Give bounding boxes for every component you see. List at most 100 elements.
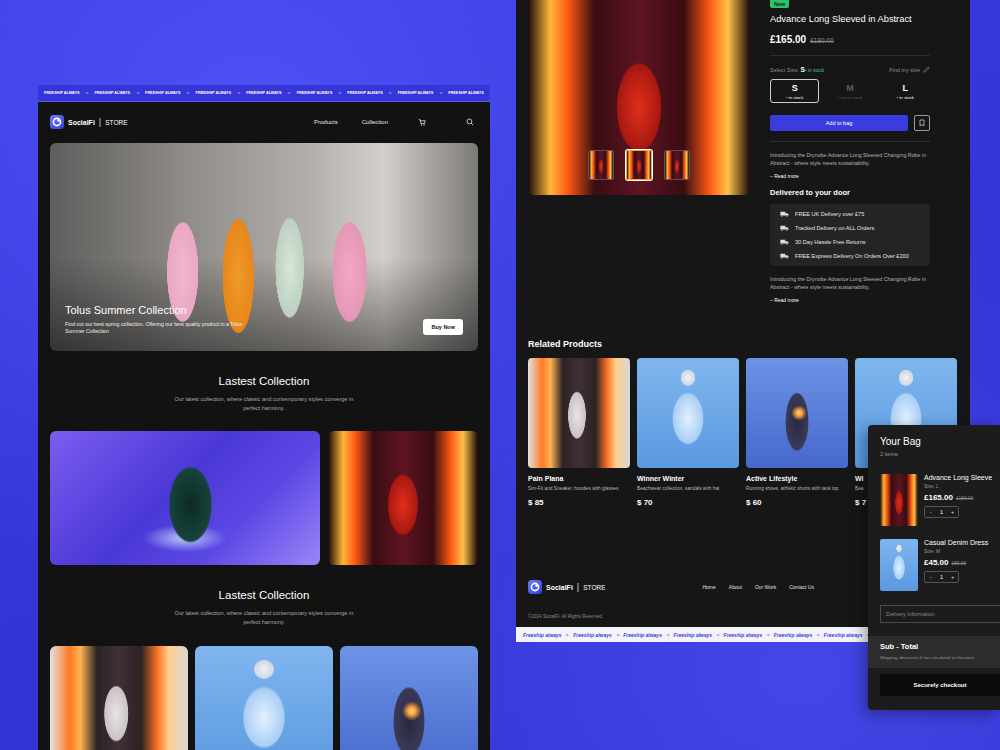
marquee-separator: ✧ xyxy=(338,90,342,96)
checkout-button[interactable]: Securely checkout xyxy=(880,674,1000,696)
bag-item-old-price: £50.00 xyxy=(951,561,966,566)
bag-item-price-row: £165.00£180.00 xyxy=(924,493,973,502)
quantity[interactable]: 1 xyxy=(936,572,947,582)
size-stock: • in stock xyxy=(805,68,824,73)
product-detail: NewAdvance Long Sleeved in Abstract£165.… xyxy=(516,0,970,303)
subtotal-label: Sub - Total xyxy=(880,642,996,651)
delivery-placeholder: Delivery information xyxy=(886,611,935,617)
price-row: £165.00£180.00 xyxy=(770,34,834,45)
truck-icon xyxy=(780,239,789,245)
truck-icon xyxy=(780,225,789,231)
product-card[interactable]: Pain Plana Sim-Fit and Sneaker, hoodies w… xyxy=(528,358,630,507)
decrease-button[interactable]: - xyxy=(925,507,936,517)
delivery-item: FREE UK Delivery over £75 xyxy=(780,211,920,217)
delivery-item: FREE Express Delivery On Orders Over £20… xyxy=(780,253,920,259)
bag-drawer: Your Bag2 items Advance Long SleeveSize: … xyxy=(868,425,1000,710)
marquee-text: FREESHIP ALWAYS xyxy=(44,91,80,95)
nav-link[interactable]: Collection xyxy=(362,119,388,125)
size-stock: • out of stock xyxy=(838,95,863,100)
bag-item: Advance Long SleeveSize: L£165.00£180.00… xyxy=(880,474,996,526)
marquee-text: FREESHIP ALWAYS xyxy=(448,91,484,95)
brand-logo[interactable]: SocialFi|STORE xyxy=(50,115,127,129)
product-card-name: Winner Winter xyxy=(637,475,739,482)
hero-copy: Tolus Summer CollectionFind out our best… xyxy=(65,304,250,336)
decrease-button[interactable]: - xyxy=(925,572,936,582)
bag-header: Your Bag2 items xyxy=(868,425,1000,457)
read-more-link[interactable]: – Read more xyxy=(770,173,799,179)
thumbnail-strip xyxy=(588,150,690,195)
marquee-text: Freeship always xyxy=(824,632,863,638)
size-option[interactable]: M• out of stock xyxy=(825,79,874,103)
hero-banner: Tolus Summer CollectionFind out our best… xyxy=(50,143,478,351)
product-card[interactable]: Active LifestyleRunning shoes, athletic … xyxy=(746,358,848,507)
size-stock: • in stock xyxy=(786,95,803,100)
marquee-text: Freeship always xyxy=(774,632,813,638)
delivery-item: 30 Day Hassle Free Returns xyxy=(780,239,920,245)
product-card-name: Pain Plana xyxy=(528,475,630,482)
footer-link[interactable]: About xyxy=(729,584,742,590)
collection-image[interactable] xyxy=(328,431,478,565)
size-option[interactable]: L• in stock xyxy=(881,79,930,103)
product-title: Advance Long Sleeved in Abstract xyxy=(770,14,912,24)
thumbnail[interactable] xyxy=(664,150,690,180)
bag-item-info: Advance Long SleeveSize: L£165.00£180.00… xyxy=(924,474,992,526)
marquee-text: FREESHIP ALWAYS xyxy=(347,91,383,95)
brand-divider: | xyxy=(577,582,579,592)
marquee-separator: ✧ xyxy=(616,632,620,638)
buy-now-button[interactable]: Buy Now xyxy=(423,319,463,335)
increase-button[interactable]: + xyxy=(947,572,958,582)
nav-link[interactable]: Products xyxy=(314,119,338,125)
marquee-separator: ✧ xyxy=(716,632,720,638)
thumbnail[interactable] xyxy=(626,150,652,180)
collection-image[interactable] xyxy=(50,431,320,565)
description: Introducing the Drynobe Advance Long Sle… xyxy=(770,276,930,292)
marquee-separator: ✧ xyxy=(237,90,241,96)
size-options: S • in stock M• out of stock L• in stock xyxy=(770,79,930,103)
cart-icon[interactable] xyxy=(418,118,426,126)
marquee-text: FREESHIP ALWAYS xyxy=(196,91,232,95)
product-card-text: Sim-Fit and Sneaker, hoodies with glasse… xyxy=(528,486,630,492)
product-card-price: $ 85 xyxy=(528,498,630,507)
footer-link[interactable]: Home xyxy=(702,584,715,590)
bag-item-old-price: £180.00 xyxy=(956,496,973,501)
bag-item-image xyxy=(880,539,918,591)
marquee-text: Freeship always xyxy=(724,632,763,638)
divider xyxy=(770,141,930,142)
description: Introducing the Drynobe Advance Long Sle… xyxy=(770,152,930,168)
size-option[interactable]: S • in stock xyxy=(770,79,819,103)
quantity[interactable]: 1 xyxy=(936,507,947,517)
bag-item-image xyxy=(880,474,918,526)
size-letter: S xyxy=(792,83,798,93)
increase-button[interactable]: + xyxy=(947,507,958,517)
size-letter: L xyxy=(903,83,909,93)
product-card-name: Active Lifestyle xyxy=(746,475,848,482)
product-card[interactable]: Winner WinterBeachwear collection, sanda… xyxy=(637,358,739,507)
marquee-separator: ✧ xyxy=(85,90,89,96)
thumbnail[interactable] xyxy=(588,150,614,180)
size-header: Select Size: S• in stockFind my size xyxy=(770,66,930,73)
collection-image[interactable] xyxy=(340,646,478,750)
size-value: S xyxy=(801,66,805,73)
quantity-stepper: -1+ xyxy=(924,571,959,583)
search-icon[interactable] xyxy=(466,118,474,126)
showcase-canvas: FREESHIP ALWAYS ✧ FREESHIP ALWAYS ✧ FREESHIP… xyxy=(0,0,1000,750)
collection-image[interactable] xyxy=(50,646,188,750)
marquee-separator: ✧ xyxy=(388,90,392,96)
bookmark-button[interactable] xyxy=(914,115,930,131)
product-card-image xyxy=(637,358,739,468)
section-heading: Lastest CollectionOur latest collection,… xyxy=(38,565,490,645)
find-size-link[interactable]: Find my size xyxy=(889,66,930,73)
bag-item-price: £165.00 xyxy=(924,493,953,502)
footer-brand[interactable]: SocialFi|STORE xyxy=(528,580,605,594)
delivery-field[interactable]: Delivery information xyxy=(880,605,1000,623)
collection-image[interactable] xyxy=(195,646,333,750)
bag-item-size: Size: M xyxy=(924,549,940,554)
read-more-link[interactable]: – Read more xyxy=(770,297,799,303)
hero-text: Find out our best spring collection. Off… xyxy=(65,321,250,336)
add-to-bag-button[interactable]: Add to bag xyxy=(770,115,908,131)
marquee-separator: ✧ xyxy=(136,90,140,96)
footer-link[interactable]: Contact Us xyxy=(789,584,814,590)
marquee-separator: ✧ xyxy=(186,90,190,96)
marquee-text: Freeship always xyxy=(623,632,662,638)
footer-link[interactable]: Our Work xyxy=(755,584,776,590)
